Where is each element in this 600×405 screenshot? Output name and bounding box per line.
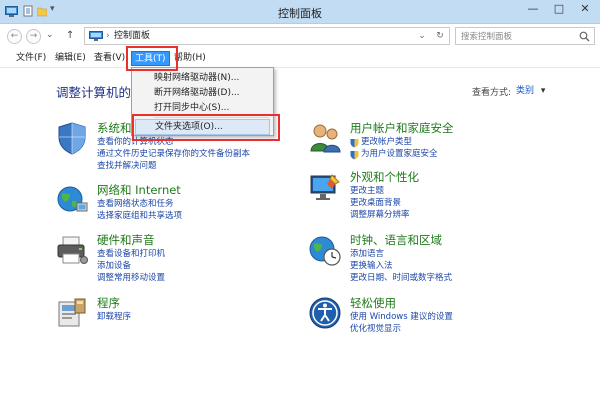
menu-item-disconnect-network-drive[interactable]: 断开网络驱动器(D)... [135, 85, 270, 101]
address-box[interactable]: › 控制面板 ⌄ ↻ [84, 27, 450, 45]
category-link[interactable]: 为用户设置家庭安全 [361, 149, 438, 160]
maximize-button[interactable]: □ [546, 0, 572, 19]
back-icon: ← [10, 31, 19, 41]
menu-separator [154, 117, 269, 118]
up-button[interactable]: ↑ [66, 29, 74, 42]
forward-icon: → [29, 31, 38, 41]
menu-edit[interactable]: 编辑(E) [52, 51, 89, 66]
category-link[interactable]: 卸载程序 [97, 312, 131, 323]
category-link[interactable]: 更改帐户类型 [361, 137, 412, 148]
category-title[interactable]: 网络和 Internet [97, 183, 181, 197]
menu-help[interactable]: 帮助(H) [171, 51, 209, 66]
back-button[interactable]: ← [7, 29, 22, 44]
category-user-accounts: 用户帐户和家庭安全 更改帐户类型 为用户设置家庭安全 [308, 121, 538, 166]
breadcrumb-separator-icon: › [106, 31, 110, 41]
window-title: 控制面板 [278, 7, 322, 20]
category-link[interactable]: 调整屏幕分辨率 [350, 210, 410, 221]
category-network: 网络和 Internet 查看网络状态和任务 选择家庭组和共享选项 [55, 183, 285, 228]
ease-of-access-icon [309, 297, 341, 329]
category-link[interactable]: 更换输入法 [350, 261, 393, 272]
search-icon[interactable] [579, 31, 590, 42]
menu-item-folder-options[interactable]: 文件夹选项(O)... [135, 119, 270, 135]
category-programs: 程序 卸载程序 [55, 296, 285, 331]
search-box [455, 27, 595, 45]
category-title[interactable]: 程序 [97, 296, 120, 310]
uac-shield-icon [350, 151, 359, 160]
category-clock-language: 时钟、语言和区域 添加语言 更换输入法 更改日期、时间或数字格式 [308, 233, 538, 283]
category-link[interactable]: 添加语言 [350, 249, 384, 260]
category-title[interactable]: 轻松使用 [350, 296, 396, 310]
uac-shield-icon [350, 139, 359, 148]
category-title[interactable]: 时钟、语言和区域 [350, 233, 442, 247]
category-appearance: 外观和个性化 更改主题 更改桌面背景 调整屏幕分辨率 [308, 170, 538, 220]
category-link[interactable]: 使用 Windows 建议的设置 [350, 312, 453, 323]
address-toolbar: ← → ⌄ ↑ › 控制面板 ⌄ ↻ [0, 24, 600, 48]
category-link[interactable]: 查看网络状态和任务 [97, 199, 174, 210]
menu-item-open-sync-center[interactable]: 打开同步中心(S)... [135, 100, 270, 116]
category-title[interactable]: 硬件和声音 [97, 233, 155, 247]
address-dropdown-button[interactable]: ⌄ [415, 29, 429, 43]
category-link[interactable]: 添加设备 [97, 261, 131, 272]
breadcrumb-item[interactable]: 控制面板 [114, 30, 150, 42]
printer-icon [57, 236, 88, 264]
category-link[interactable]: 更改日期、时间或数字格式 [350, 273, 452, 284]
refresh-icon[interactable]: ↻ [433, 29, 447, 43]
menu-file[interactable]: 文件(F) [13, 51, 49, 66]
network-globe-icon [57, 186, 88, 212]
minimize-button[interactable]: — [520, 0, 546, 19]
chevron-down-icon: ▾ [540, 86, 546, 96]
category-link[interactable]: 更改桌面背景 [350, 198, 401, 209]
category-link[interactable]: 查看设备和打印机 [97, 249, 165, 260]
search-input[interactable] [461, 29, 577, 44]
users-icon [310, 124, 341, 153]
category-title[interactable]: 外观和个性化 [350, 170, 419, 184]
category-link[interactable]: 选择家庭组和共享选项 [97, 211, 182, 222]
view-by-label: 查看方式: [472, 88, 512, 98]
forward-button[interactable]: → [26, 29, 41, 44]
view-by-dropdown[interactable]: 类别 ▾ [516, 83, 545, 99]
category-link[interactable]: 通过文件历史记录保存你的文件备份副本 [97, 149, 250, 160]
category-link[interactable]: 更改主题 [350, 186, 384, 197]
close-button[interactable]: ✕ [572, 0, 598, 19]
category-link[interactable]: 查找并解决问题 [97, 161, 157, 172]
security-shield-icon [58, 122, 86, 155]
tools-menu-dropdown: 映射网络驱动器(N)... 断开网络驱动器(D)... 打开同步中心(S)...… [131, 67, 274, 136]
menu-bar: 文件(F) 编辑(E) 查看(V) 工具(T) 帮助(H) [0, 48, 600, 68]
menu-view[interactable]: 查看(V) [91, 51, 128, 66]
category-link[interactable]: 调整常用移动设置 [97, 273, 165, 284]
menu-item-map-network-drive[interactable]: 映射网络驱动器(N)... [135, 70, 270, 86]
category-link[interactable]: 查看你的计算机状态 [97, 137, 174, 148]
category-title[interactable]: 用户帐户和家庭安全 [350, 121, 454, 135]
recent-locations-button[interactable]: ⌄ [46, 29, 54, 42]
category-link[interactable]: 优化视觉显示 [350, 324, 401, 335]
control-panel-content: 调整计算机的设置 查看方式: 类别 ▾ 系统和安全 查看你的计算机状态 通过文件… [0, 68, 600, 405]
category-ease-of-access: 轻松使用 使用 Windows 建议的设置 优化视觉显示 [308, 296, 538, 336]
clock-globe-icon [309, 236, 341, 266]
category-hardware-sound: 硬件和声音 查看设备和打印机 添加设备 调整常用移动设置 [55, 233, 285, 283]
view-by-value: 类别 [516, 86, 535, 96]
title-bar: ▾ 控制面板 — □ ✕ [0, 0, 600, 24]
control-panel-icon [89, 31, 103, 41]
appearance-icon [310, 174, 340, 200]
programs-icon [58, 298, 86, 327]
menu-tools[interactable]: 工具(T) [131, 51, 170, 66]
